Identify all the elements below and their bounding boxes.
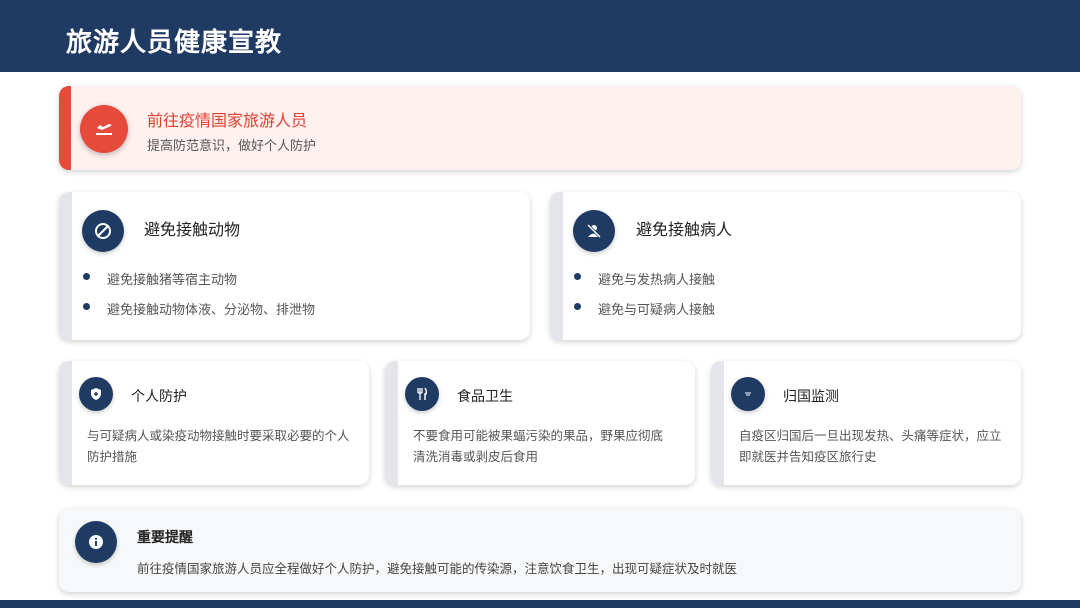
banner-title: 前往疫情国家旅游人员 (147, 111, 308, 130)
notice-title: 重要提醒 (137, 530, 193, 546)
card-title: 个人防护 (131, 389, 187, 405)
no-person-icon (573, 210, 615, 252)
card-title: 食品卫生 (457, 389, 513, 405)
bullet-dot (83, 303, 90, 310)
bullet-dot (574, 273, 581, 280)
list-item: 避免与可疑病人接触 (598, 303, 716, 318)
card-title: 避免接触动物 (144, 220, 241, 239)
info-icon (75, 521, 117, 563)
prohibited-icon (82, 210, 124, 252)
banner-subtitle: 提高防范意识，做好个人防护 (147, 139, 317, 154)
list-item: 避免与发热病人接触 (598, 273, 716, 288)
card-accent-stripe (711, 361, 724, 485)
notice-text: 前往疫情国家旅游人员应全程做好个人防护，避免接触可能的传染源，注意饮食卫生，出现… (137, 561, 738, 576)
footer-bar (0, 600, 1080, 608)
card-text: 与可疑病人或染疫动物接触时要采取必要的个人防护措施 (87, 428, 350, 464)
utensils-icon (405, 377, 439, 411)
card-accent-stripe (59, 192, 72, 340)
bullet-dot (574, 303, 581, 310)
bullet-dot (83, 273, 90, 280)
page-title: 旅游人员健康宣教 (66, 28, 283, 58)
card-title: 归国监测 (783, 389, 839, 405)
list-item: 避免接触猪等宿主动物 (107, 273, 238, 288)
thermometer-icon (731, 377, 765, 411)
shield-icon (79, 377, 113, 411)
card-accent-stripe (385, 361, 398, 485)
card-title: 避免接触病人 (636, 220, 733, 239)
airplane-departure-icon (80, 105, 128, 153)
card-text: 自疫区归国后一旦出现发热、头痛等症状，应立即就医并告知疫区旅行史 (739, 428, 1002, 464)
header-bar: 旅游人员健康宣教 (0, 0, 1080, 72)
card-accent-stripe (550, 192, 563, 340)
banner-accent-stripe (59, 86, 71, 170)
card-text: 不要食用可能被果蝠污染的果品，野果应彻底清洗消毒或剥皮后食用 (413, 428, 664, 464)
list-item: 避免接触动物体液、分泌物、排泄物 (107, 303, 316, 318)
important-notice (59, 508, 1021, 592)
card-accent-stripe (59, 361, 72, 485)
